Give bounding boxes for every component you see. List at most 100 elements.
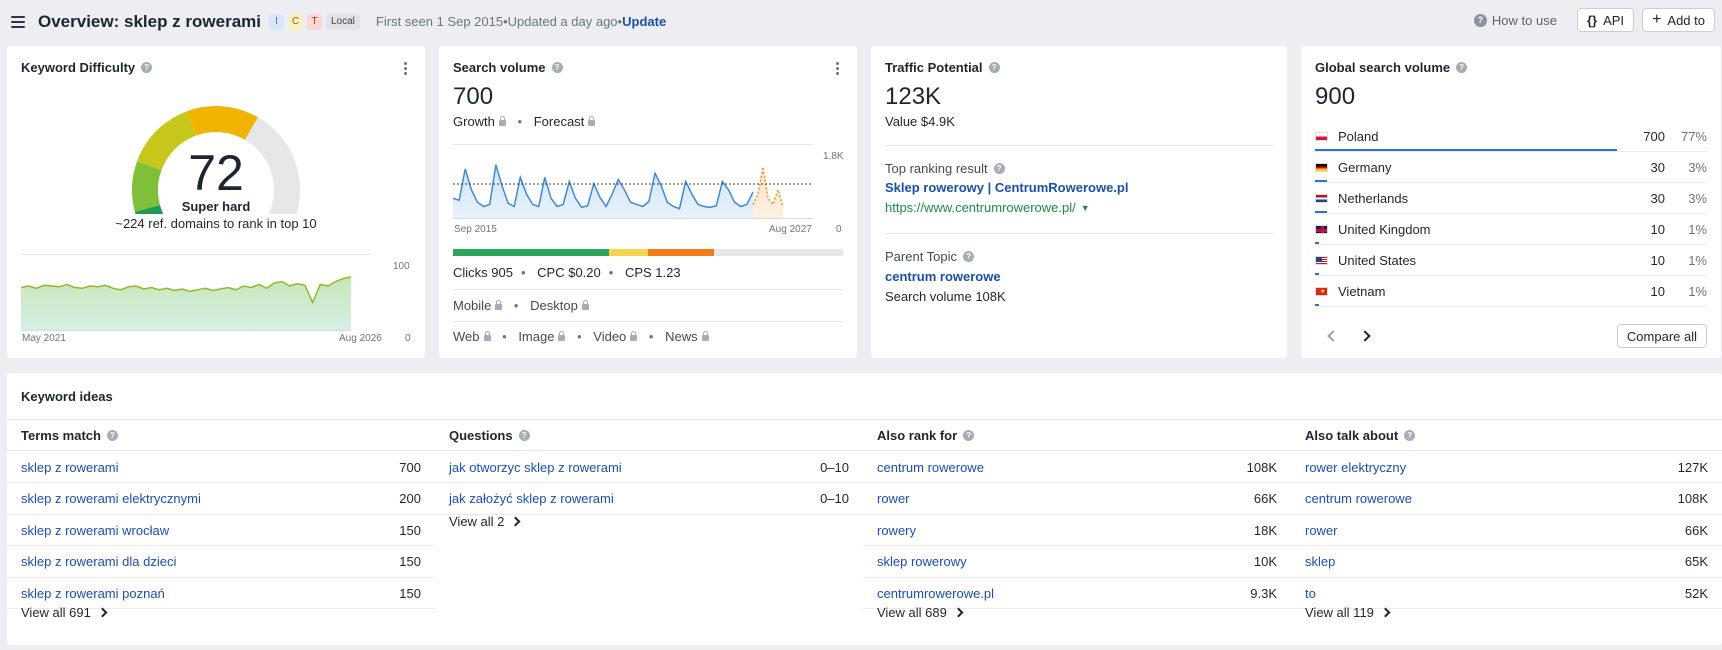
keyword-link[interactable]: to <box>1305 586 1685 601</box>
menu-icon[interactable] <box>11 15 25 28</box>
country-row[interactable]: United States 10 1% <box>1315 245 1707 276</box>
keyword-volume: 18K <box>1253 522 1277 538</box>
keyword-volume: 700 <box>399 459 421 475</box>
help-icon[interactable]: ? <box>988 62 1000 73</box>
more-options-icon[interactable] <box>404 62 407 77</box>
caret-down-icon[interactable]: ▼ <box>1081 203 1090 213</box>
lock-icon <box>588 115 596 126</box>
traffic-potential-card: Traffic Potential ? 123K Value $4.9K Top… <box>871 46 1287 358</box>
video-label[interactable]: Video <box>593 329 626 344</box>
keyword-volume: 150 <box>399 554 421 569</box>
news-label[interactable]: News <box>665 329 698 344</box>
country-row[interactable]: United Kingdom 10 1% <box>1315 214 1707 245</box>
country-share: 1% <box>1688 221 1707 237</box>
more-options-icon[interactable] <box>836 62 839 77</box>
country-row[interactable]: ★ Vietnam 10 1% <box>1315 276 1707 307</box>
keyword-link[interactable]: sklep z rowerami dla dzieci <box>21 554 399 569</box>
keyword-link[interactable]: rowery <box>877 523 1254 538</box>
gsv-title: Global search volume <box>1315 60 1451 75</box>
country-volume: 700 <box>1643 128 1665 144</box>
intent-badge-transactional: T <box>307 13 322 30</box>
view-all-link[interactable]: View all 689 <box>877 605 964 620</box>
view-all-link[interactable]: View all 2 <box>449 514 521 529</box>
top-ranking-url[interactable]: https://www.centrumrowerowe.pl/ <box>885 200 1076 215</box>
next-page-icon[interactable] <box>1359 330 1371 342</box>
keyword-link[interactable]: centrum rowerowe <box>1305 491 1678 506</box>
help-icon[interactable]: ? <box>993 163 1005 174</box>
keyword-link[interactable]: sklep z rowerami elektrycznymi <box>21 491 399 506</box>
country-row[interactable]: Netherlands 30 3% <box>1315 183 1707 214</box>
country-row[interactable]: Germany 30 3% <box>1315 152 1707 183</box>
flag-icon-gb <box>1315 224 1328 234</box>
api-button[interactable]: {} API <box>1576 8 1635 32</box>
keyword-volume: 150 <box>399 522 421 538</box>
update-link[interactable]: Update <box>622 14 666 29</box>
ideas-column-header: Questions? <box>435 419 863 451</box>
keyword-link[interactable]: jak założyć sklep z rowerami <box>449 491 820 506</box>
help-icon[interactable]: ? <box>963 251 975 262</box>
country-name: United Kingdom <box>1338 221 1431 237</box>
how-to-use-link[interactable]: ? How to use <box>1473 13 1557 28</box>
keyword-volume: 108K <box>1246 459 1277 475</box>
keyword-volume: 66K <box>1684 522 1708 538</box>
country-share: 1% <box>1688 283 1707 299</box>
page-title: Overview: sklep z rowerami <box>38 11 261 31</box>
keyword-volume: 9.3K <box>1250 585 1277 601</box>
intent-badge-commercial: C <box>288 13 303 30</box>
help-icon[interactable]: ? <box>106 429 118 441</box>
gsv-value: 900 <box>1315 83 1356 110</box>
keyword-idea-row: jak otworzyc sklep z rowerami 0–10 <box>435 452 863 483</box>
web-label[interactable]: Web <box>453 329 480 344</box>
add-to-button[interactable]: + Add to <box>1642 8 1715 32</box>
keyword-link[interactable]: sklep z rowerami poznań <box>21 586 399 601</box>
ideas-column-header: Terms match? <box>7 419 435 451</box>
sv-chart-ybottom: 0 <box>836 224 842 235</box>
clicks-bar-segment <box>453 249 609 256</box>
top-ranking-label: Top ranking result <box>885 161 988 176</box>
country-share: 3% <box>1688 159 1707 175</box>
image-label[interactable]: Image <box>518 329 554 344</box>
forecast-label[interactable]: Forecast <box>534 114 585 129</box>
ideas-column: Questions? jak otworzyc sklep z rowerami 0… <box>435 419 863 645</box>
flag-icon-nl <box>1315 193 1328 203</box>
keyword-link[interactable]: sklep rowerowy <box>877 554 1254 569</box>
help-icon[interactable]: ? <box>551 62 563 73</box>
mobile-label[interactable]: Mobile <box>453 298 491 313</box>
lock-icon <box>495 299 503 310</box>
desktop-label[interactable]: Desktop <box>530 298 578 313</box>
keyword-link[interactable]: centrumrowerowe.pl <box>877 586 1250 601</box>
help-icon[interactable]: ? <box>1404 429 1416 441</box>
ideas-column: Terms match? sklep z rowerami 700 sklep z r… <box>7 419 435 645</box>
keyword-link[interactable]: sklep z rowerami wrocław <box>21 523 399 538</box>
top-bar: Overview: sklep z rowerami I C T Local F… <box>0 0 1722 43</box>
view-all-link[interactable]: View all 691 <box>21 605 108 620</box>
keyword-link[interactable]: rower <box>877 491 1254 506</box>
country-name: United States <box>1338 252 1417 268</box>
prev-page-icon[interactable] <box>1327 330 1339 342</box>
keyword-volume: 0–10 <box>820 491 849 506</box>
compare-all-button[interactable]: Compare all <box>1616 324 1707 348</box>
clicks-distribution-bar <box>453 249 843 256</box>
view-all-link[interactable]: View all 119 <box>1305 605 1391 620</box>
kd-level: Super hard <box>181 199 251 214</box>
growth-label[interactable]: Growth <box>453 114 495 129</box>
country-name: Poland <box>1338 128 1379 144</box>
country-row[interactable]: Poland 700 77% <box>1315 121 1707 152</box>
braces-icon: {} <box>1586 12 1598 28</box>
keyword-link[interactable]: centrum rowerowe <box>877 460 1247 475</box>
keyword-link[interactable]: rower <box>1305 523 1685 538</box>
top-ranking-title[interactable]: Sklep rowerowy | CentrumRowerowe.pl <box>885 180 1128 195</box>
local-badge: Local <box>326 13 360 30</box>
help-icon[interactable]: ? <box>963 429 975 441</box>
keyword-link[interactable]: sklep <box>1305 554 1685 569</box>
kd-chart-end: Aug 2026 <box>339 333 382 344</box>
help-icon[interactable]: ? <box>518 429 530 441</box>
sv-history-chart <box>453 144 813 219</box>
help-icon: ? <box>1473 13 1487 27</box>
parent-topic-link[interactable]: centrum rowerowe <box>885 269 1001 284</box>
keyword-link[interactable]: jak otworzyc sklep z rowerami <box>449 460 820 475</box>
help-icon[interactable]: ? <box>1456 62 1468 73</box>
help-icon[interactable]: ? <box>141 62 153 73</box>
keyword-link[interactable]: rower elektryczny <box>1305 460 1678 475</box>
keyword-link[interactable]: sklep z rowerami <box>21 460 399 475</box>
